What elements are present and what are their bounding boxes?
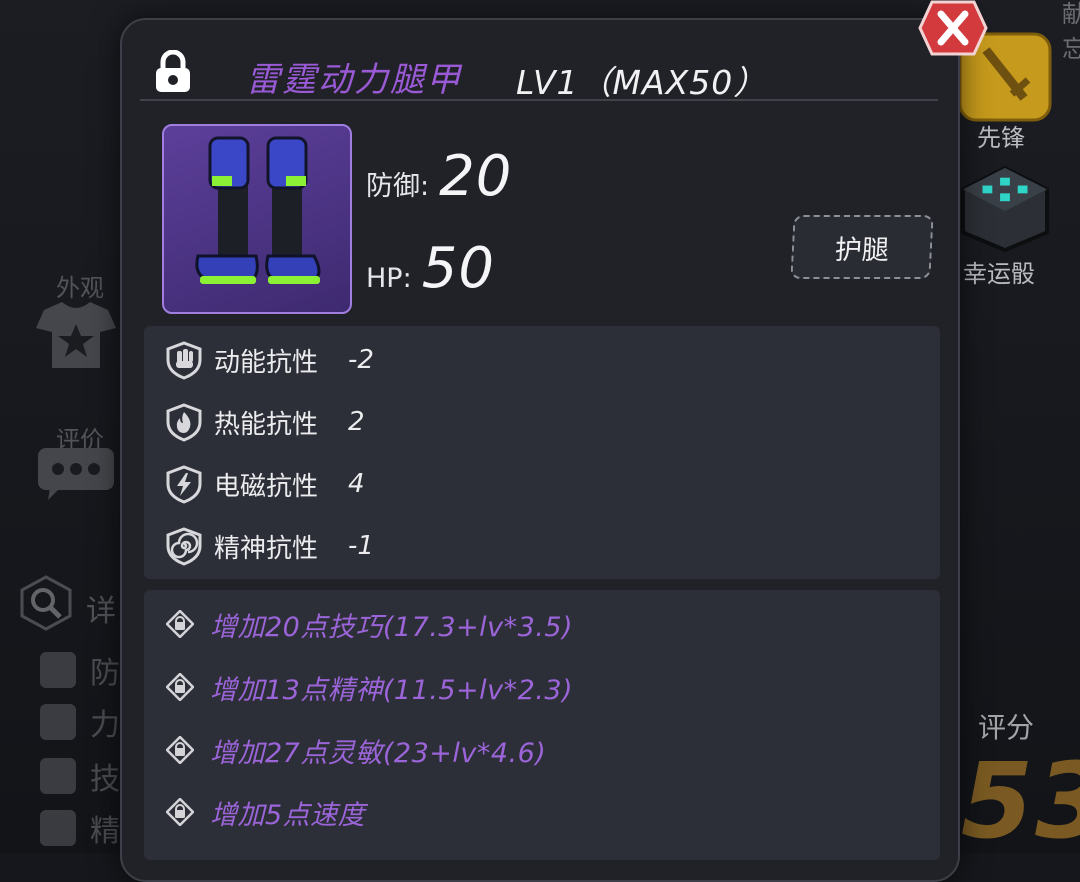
side-stat-skill: 技 [40,754,120,798]
resistance-row-kinetic: 动能抗性 -2 [164,340,374,380]
appearance-label: 外观 [56,274,104,302]
hp-label: HP: [366,263,412,294]
bonus-text: 增加5点速度 [210,799,366,831]
bonus-text: 增加13点精神(11.5+lv*2.3) [210,674,574,706]
bonus-text: 增加20点技巧(17.3+lv*3.5) [210,611,574,643]
leg-armor-icon [195,136,321,284]
lucky-dice-label: 幸运骰 [963,260,1035,288]
fist-icon [40,704,76,740]
search-icon[interactable] [18,575,74,631]
locked-bonus-icon [166,736,194,764]
side-stat-power: 力 [40,700,120,744]
shirt-icon[interactable] [34,300,118,370]
hp-value: 50 [421,236,495,301]
bonus-row: 增加27点灵敏(23+lv*4.6) [166,732,547,769]
resistance-value: 2 [348,407,365,437]
flame-icon [166,403,202,442]
slot-tag-button[interactable]: 护腿 [790,215,934,279]
resistance-value: -1 [348,531,374,561]
resistance-row-thermal: 热能抗性 2 [164,402,365,442]
defense-label: 防御: [366,171,430,202]
bonus-row: 增加20点技巧(17.3+lv*3.5) [166,606,574,643]
head-icon [40,810,76,846]
vanguard-label: 先锋 [977,124,1025,152]
details-label: 详 [86,594,116,629]
header-divider [140,99,938,101]
chat-bubble-icon[interactable] [36,446,116,502]
resistance-name: 热能抗性 [214,409,319,440]
resistance-row-electromagnetic: 电磁抗性 4 [164,464,365,504]
side-stat-spirit: 精 [40,806,120,850]
lightning-icon [166,465,202,504]
hp-stat: HP: 50 [366,236,495,301]
locked-bonus-icon [166,673,194,701]
side-stat-defense: 防 [40,648,120,692]
locked-bonus-icon [166,798,194,826]
defense-value: 20 [439,144,513,209]
resistance-name: 动能抗性 [214,347,319,378]
shield-icon [40,652,76,688]
lucky-dice-icon[interactable] [958,164,1052,254]
resistance-name: 电磁抗性 [214,471,319,502]
item-title: 雷霆动力腿甲 [246,60,462,100]
defense-stat: 防御: 20 [366,144,512,209]
resistance-name: 精神抗性 [214,533,319,564]
resistance-row-mental: 精神抗性 -1 [164,526,374,566]
resistance-value: -2 [348,345,374,375]
partial-top-label: 献忘 [1062,0,1080,63]
bonus-row: 增加5点速度 [166,794,366,831]
resistance-value: 4 [348,469,365,499]
slot-tag-label: 护腿 [834,234,890,266]
locked-bonus-icon [166,610,194,638]
bonus-row: 增加13点精神(11.5+lv*2.3) [166,669,574,706]
spiral-icon [166,527,202,566]
background-left-menu: 外观 评价 详 防 力 技 精 [0,0,125,853]
item-level: LV1（MAX50） [516,63,768,102]
lock-icon[interactable] [154,50,192,94]
wrench-icon [40,758,76,794]
bonus-text: 增加27点灵敏(23+lv*4.6) [210,737,547,769]
item-icon-frame [162,124,352,314]
close-icon[interactable] [918,0,988,56]
kinetic-fist-icon [166,341,202,380]
